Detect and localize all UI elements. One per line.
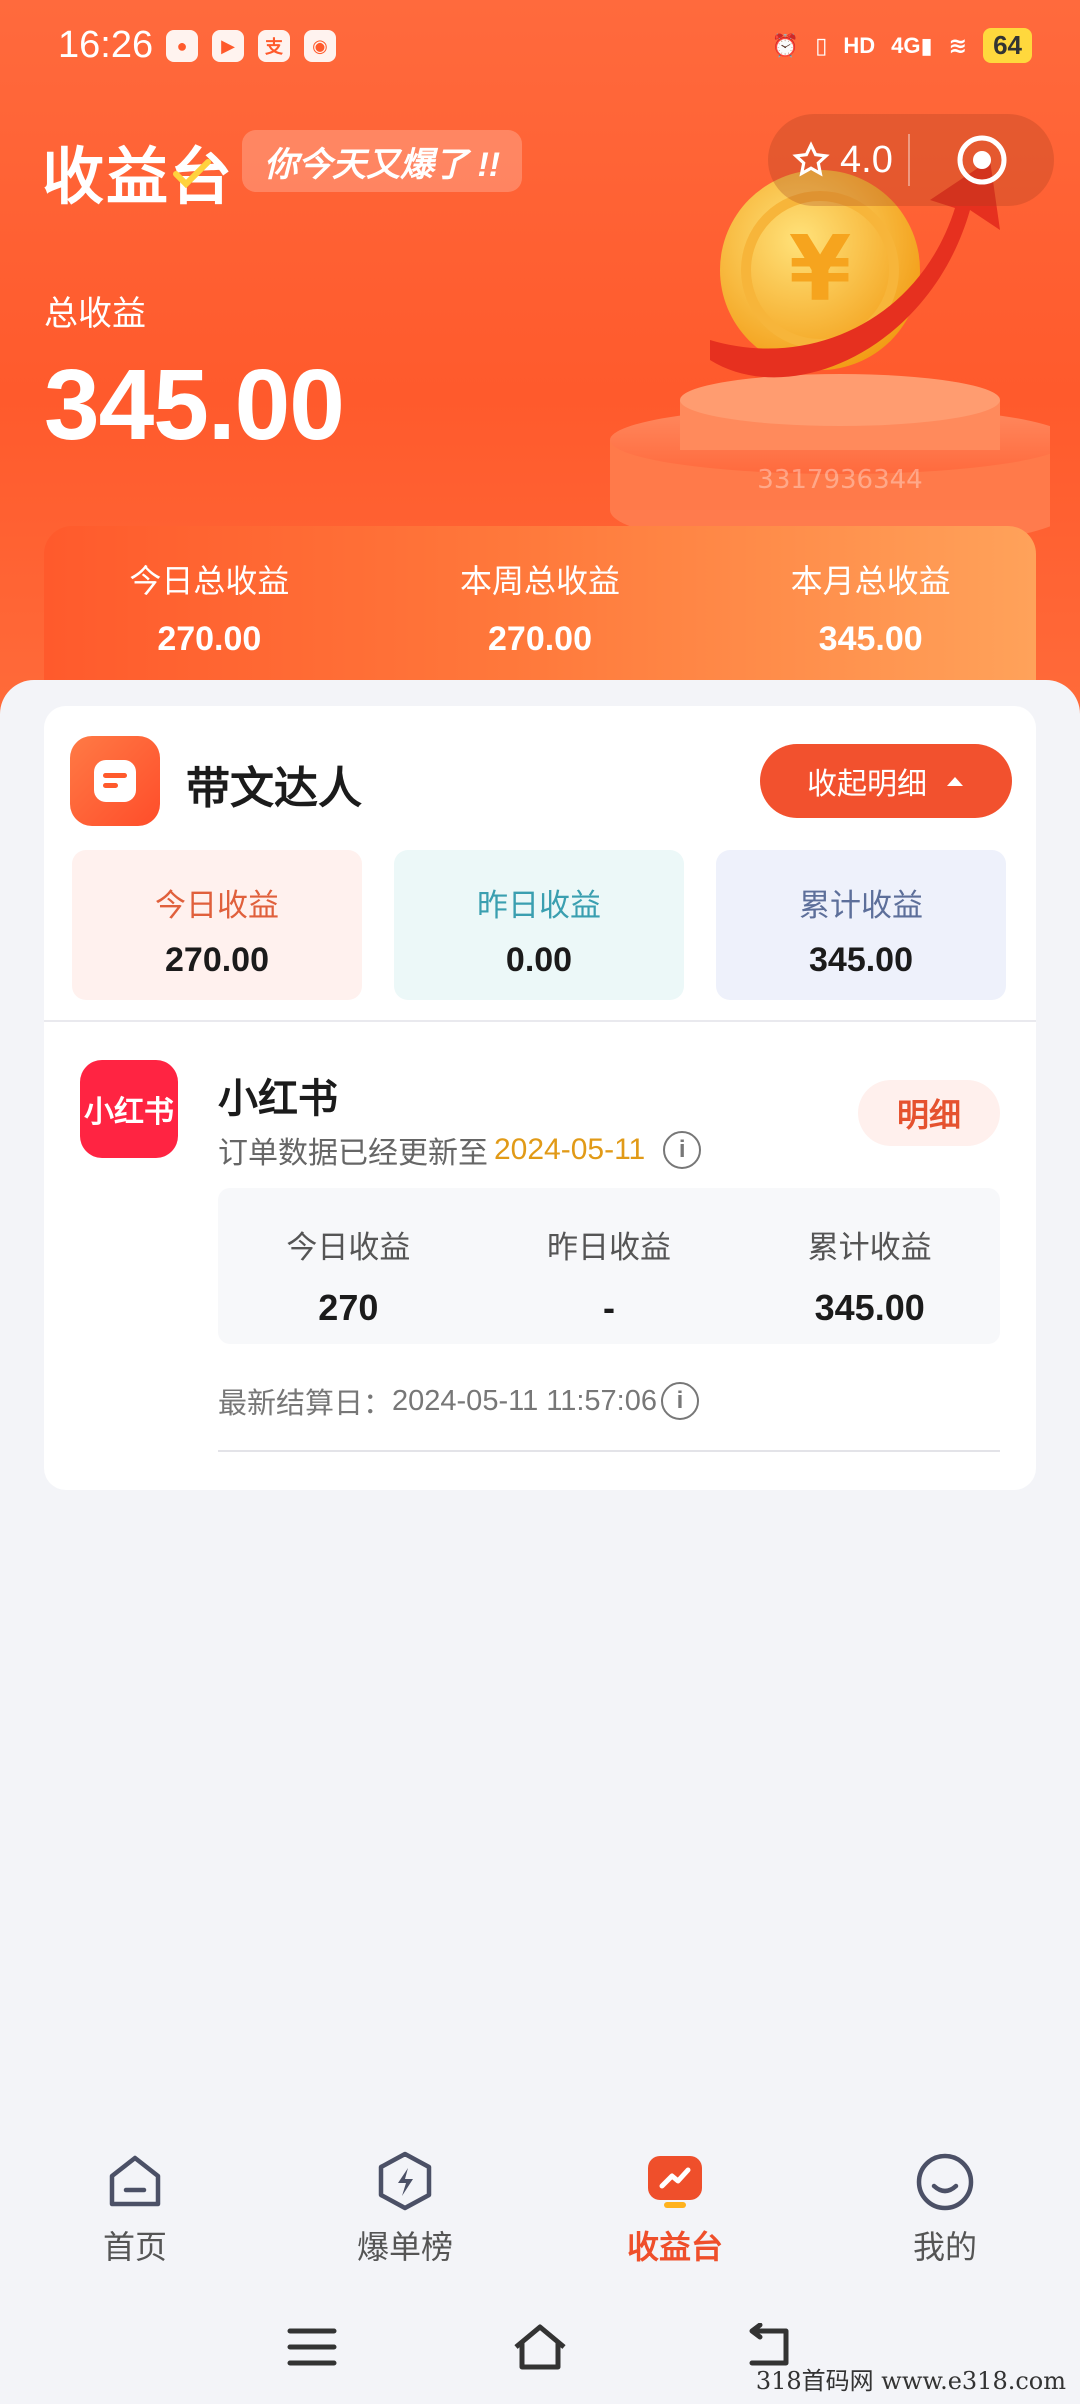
settlement-divider [218,1450,1000,1452]
vibrate-icon: ▯ [815,32,828,58]
tile-label: 昨日收益 [477,888,601,923]
home-nav-icon[interactable] [510,2321,570,2373]
smiley-icon [914,2150,976,2212]
platform-name: 小红书 [218,1077,338,1121]
slogan-badge: 你今天又爆了 !! [242,130,523,192]
tab-earnings[interactable]: 收益台 [540,2130,810,2280]
yesterday-earnings-tile: 昨日收益 0.00 [394,850,684,1000]
svg-text:3317936344: 3317936344 [757,465,922,495]
map-app-icon: ◉ [304,30,336,62]
status-bar: 16:26 ● ▶ 支 ◉ ⏰ ▯ HD 4G▮ ≋ 64 [0,0,1080,90]
total-earnings-value: 345.00 [44,349,345,461]
close-miniprogram-button[interactable] [910,133,1054,187]
period-value: 270.00 [157,620,262,658]
rating-button[interactable]: 4.0 [768,139,908,182]
settle-time: 2024-05-11 11:57:06 [392,1384,657,1417]
platform-stat-yesterday: 昨日收益 - [479,1188,740,1344]
period-label: 今日总收益 [129,563,290,599]
collapse-label: 收起明细 [807,768,927,801]
caret-up-icon [947,777,963,786]
tab-label: 爆单榜 [356,2229,453,2265]
update-date: 2024-05-11 [494,1133,646,1166]
mini-program-capsule: 4.0 [768,114,1054,206]
settlement-date: 最新结算日： 2024-05-11 11:57:06 i [218,1380,699,1422]
status-time: 16:26 [58,24,154,66]
tab-ranking[interactable]: 爆单榜 [270,2130,540,2280]
cumulative-earnings-tile: 累计收益 345.00 [716,850,1006,1000]
update-status: 订单数据已经更新至 2024-05-11 i [218,1128,702,1172]
info-icon[interactable]: i [661,1382,699,1420]
status-right-icons: ⏰ ▯ HD 4G▮ ≋ 64 [772,28,1032,63]
hd-icon: HD [843,32,876,58]
header-banner: 16:26 ● ▶ 支 ◉ ⏰ ▯ HD 4G▮ ≋ 64 收益台 你今天又爆了… [0,0,1080,720]
period-label: 本周总收益 [460,563,621,599]
document-icon [94,760,136,802]
tab-profile[interactable]: 我的 [810,2130,1080,2280]
stat-label: 昨日收益 [547,1230,671,1265]
dawen-title: 带文达人 [186,764,362,813]
tile-label: 今日收益 [155,888,279,923]
tab-label: 收益台 [626,2229,723,2265]
tab-label: 首页 [102,2229,167,2265]
alarm-icon: ⏰ [771,32,800,58]
target-icon [957,135,1007,185]
tile-value: 0.00 [505,941,573,979]
period-summary-card: 今日总收益 270.00 本周总收益 270.00 本月总收益 345.00 [44,526,1036,706]
rating-value: 4.0 [840,138,893,181]
collapse-details-button[interactable]: 收起明细 [760,744,1012,818]
stat-value: 345.00 [814,1287,925,1328]
signal-4g-icon: 4G▮ [891,32,933,58]
today-earnings-tile: 今日收益 270.00 [72,850,362,1000]
alipay-icon: 支 [258,30,290,62]
menu-icon[interactable] [286,2325,338,2369]
tab-label: 我的 [912,2229,977,2265]
total-earnings-label: 总收益 [44,295,146,333]
xiaohongshu-logo: 小红书 [80,1060,178,1158]
tile-label: 累计收益 [799,888,923,923]
section-divider [44,1020,1036,1022]
stat-label: 累计收益 [807,1230,932,1265]
tile-value: 270.00 [165,941,269,979]
stat-label: 今日收益 [286,1230,411,1265]
period-label: 本月总收益 [790,563,951,599]
site-watermark: 318首码网 www.e318.com [755,2367,1066,2395]
settle-label: 最新结算日： [218,1388,393,1420]
lightning-hexagon-icon [374,2150,436,2212]
tile-value: 345.00 [809,941,913,979]
period-value: 270.00 [488,620,592,658]
info-icon[interactable]: i [663,1131,702,1169]
wifi-icon: ≋ [948,32,968,58]
notification-icons: ● ▶ 支 ◉ [166,30,336,62]
detail-button[interactable]: 明细 [858,1080,1000,1146]
platform-stat-cumulative: 累计收益 345.00 [739,1188,1000,1344]
dawen-app-icon [70,736,160,826]
stat-value: 270 [318,1287,379,1328]
checkmark-icon [173,159,211,188]
earnings-icon [644,2150,706,2212]
home-icon [104,2150,166,2212]
period-value: 345.00 [818,620,923,658]
update-prefix: 订单数据已经更新至 [218,1137,488,1170]
star-icon [792,141,830,177]
tab-home[interactable]: 首页 [0,2130,270,2280]
stat-value: - [603,1287,615,1328]
video-app-icon: ▶ [212,30,244,62]
bottom-tab-bar: 首页 爆单榜 收益台 我的 [0,2130,1080,2280]
wechat-icon: ● [166,30,198,62]
svg-text:¥: ¥ [789,217,852,322]
platform-stats: 今日收益 270 昨日收益 - 累计收益 345.00 [218,1188,1000,1344]
coin-podium-illustration: ¥ 3317936344 [610,160,1050,550]
battery-indicator: 64 [983,28,1032,63]
platform-stat-today: 今日收益 270 [218,1188,479,1344]
